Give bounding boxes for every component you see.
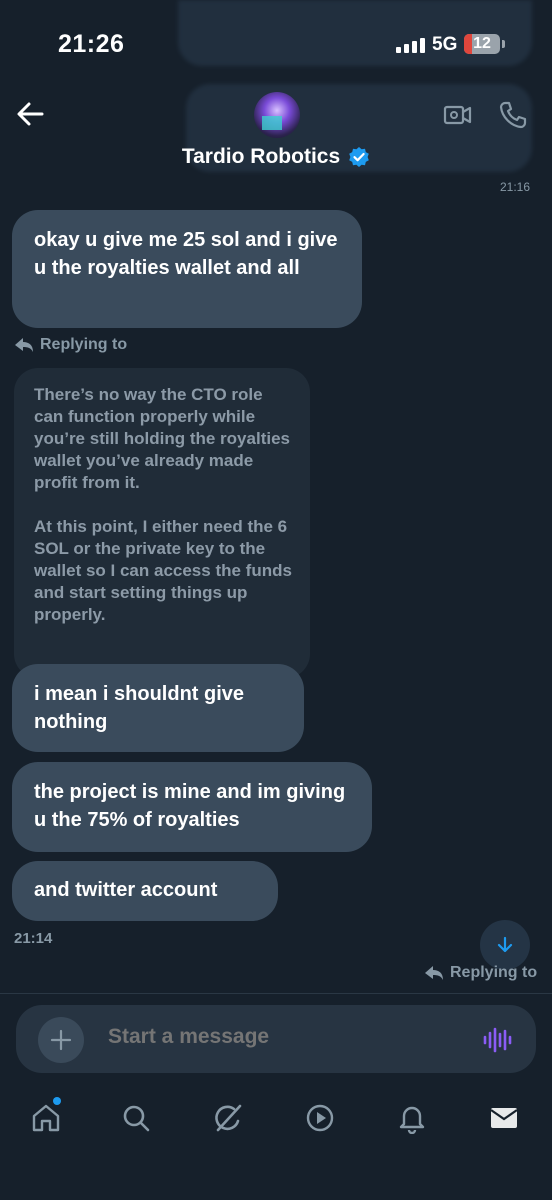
status-time: 21:26 (58, 30, 125, 58)
message-bubble[interactable]: and twitter account (12, 861, 278, 921)
battery-icon: 12 (464, 34, 500, 54)
replying-to-label: Replying to (424, 964, 537, 982)
verified-icon (349, 147, 369, 167)
video-icon[interactable] (443, 100, 473, 130)
replying-to-text: Replying to (450, 964, 538, 981)
grok-icon (215, 1104, 242, 1132)
message-timestamp: 21:14 (14, 930, 53, 947)
divider (0, 993, 552, 994)
scroll-down-button[interactable] (480, 920, 530, 970)
message-text: i mean i shouldnt give nothing (34, 683, 245, 733)
video-play-icon (306, 1104, 334, 1132)
battery-level: 12 (473, 35, 491, 52)
message-bubble[interactable]: the project is mine and im giving u the … (12, 762, 372, 852)
message-text: and twitter account (34, 879, 218, 901)
contact-name: Tardio Robotics (181, 145, 341, 168)
conversation-title[interactable]: Tardio Robotics (0, 145, 552, 169)
message-composer[interactable] (16, 1005, 536, 1073)
message-text: the project is mine and im giving u the … (34, 781, 346, 831)
plus-icon (50, 1029, 72, 1051)
tab-search[interactable] (116, 1096, 156, 1140)
home-icon (32, 1104, 60, 1132)
tab-grok[interactable] (208, 1096, 248, 1140)
network-label: 5G (432, 34, 458, 55)
phone-icon[interactable] (498, 100, 528, 130)
add-media-button[interactable] (38, 1017, 84, 1063)
signal-icon (396, 38, 425, 53)
message-bubble[interactable]: okay u give me 25 sol and i give u the r… (12, 210, 362, 328)
quoted-message[interactable]: There’s no way the CTO role can function… (14, 368, 310, 678)
back-arrow-icon[interactable] (14, 98, 46, 130)
message-input[interactable] (108, 1025, 448, 1049)
mail-icon (490, 1108, 518, 1128)
bottom-tab-bar (0, 1096, 552, 1146)
background-bubble (178, 0, 532, 66)
tab-messages[interactable] (484, 1096, 524, 1140)
replying-to-text: Replying to (40, 336, 128, 353)
battery-tip (502, 40, 505, 48)
reply-arrow-icon (425, 966, 443, 980)
tab-notifications[interactable] (392, 1096, 432, 1140)
avatar[interactable] (254, 92, 300, 138)
notification-dot (53, 1097, 61, 1105)
reply-arrow-icon (15, 338, 33, 352)
voice-icon[interactable] (482, 1025, 512, 1055)
message-text: okay u give me 25 sol and i give u the r… (34, 229, 338, 279)
arrow-down-icon (497, 936, 513, 953)
search-icon (123, 1105, 150, 1132)
replying-to-label: Replying to (14, 336, 127, 354)
bell-icon (399, 1106, 425, 1134)
message-bubble[interactable]: i mean i shouldnt give nothing (12, 664, 304, 752)
partial-timestamp: 21:16 (500, 180, 531, 194)
tab-video[interactable] (300, 1096, 340, 1140)
